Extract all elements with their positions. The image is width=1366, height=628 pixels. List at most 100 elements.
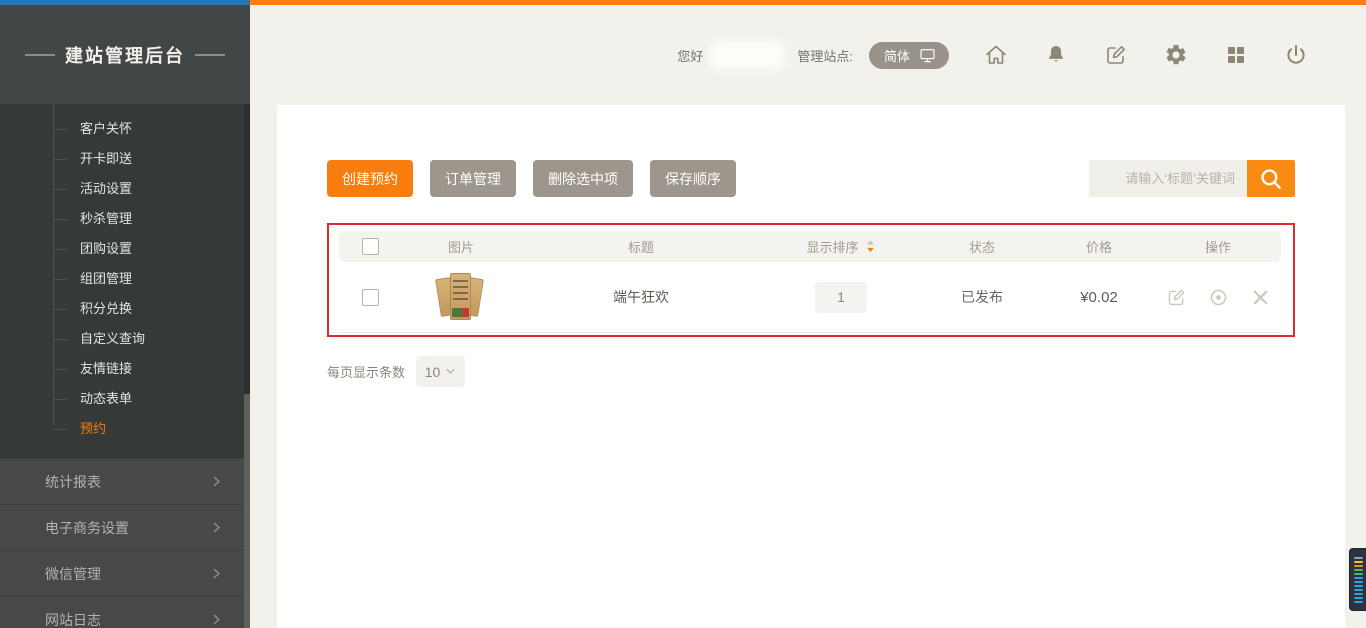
column-sort-label: 显示排序 bbox=[806, 237, 858, 256]
delete-selected-button[interactable]: 删除选中项 bbox=[533, 160, 633, 197]
chevron-down-icon bbox=[445, 366, 456, 377]
row-price: ¥0.02 bbox=[1043, 289, 1155, 306]
grid-icon bbox=[1224, 43, 1248, 67]
settings-button[interactable] bbox=[1163, 43, 1188, 68]
sidebar-item-custom-query[interactable]: 自定义查询 bbox=[0, 324, 250, 354]
table-header-row: 图片 标题 显示排序 状态 价格 操作 bbox=[339, 231, 1281, 262]
search-input[interactable] bbox=[1089, 160, 1247, 197]
site-label: 管理站点: bbox=[797, 46, 853, 65]
page-size-value: 10 bbox=[425, 364, 441, 380]
logout-button[interactable] bbox=[1283, 43, 1308, 68]
stripe bbox=[1354, 585, 1363, 587]
section-label: 网站日志 bbox=[45, 610, 101, 628]
logo-dash-left bbox=[25, 54, 55, 56]
column-sort[interactable]: 显示排序 bbox=[761, 237, 921, 256]
row-checkbox[interactable] bbox=[362, 289, 379, 306]
select-all-checkbox[interactable] bbox=[362, 238, 379, 255]
edit-row-button[interactable] bbox=[1166, 287, 1187, 308]
logo-title: 建站管理后台 bbox=[65, 42, 185, 68]
column-image: 图片 bbox=[401, 237, 521, 256]
sidebar-item-card-gift[interactable]: 开卡即送 bbox=[0, 144, 250, 174]
stripe bbox=[1354, 569, 1363, 571]
sidebar-item-flash-sale[interactable]: 秒杀管理 bbox=[0, 204, 250, 234]
edit-icon bbox=[1104, 43, 1128, 67]
language-badge[interactable]: 简体 bbox=[869, 42, 949, 69]
sidebar-sections: 统计报表 电子商务设置 微信管理 网站日志 bbox=[0, 458, 250, 628]
view-icon bbox=[1208, 287, 1229, 308]
row-actions bbox=[1155, 287, 1281, 308]
sidebar-submenu: 客户关怀 开卡即送 活动设置 秒杀管理 团购设置 组团管理 积分兑换 自定义查询… bbox=[0, 104, 250, 458]
sidebar-section-site-log[interactable]: 网站日志 bbox=[0, 596, 250, 628]
sidebar-section-statistics[interactable]: 统计报表 bbox=[0, 458, 250, 504]
content-card: 创建预约 订单管理 删除选中项 保存顺序 图片 标题 显示排序 bbox=[277, 105, 1345, 628]
topbar: 您好 管理站点: 简体 bbox=[250, 5, 1366, 105]
topbar-icons bbox=[983, 43, 1308, 68]
chevron-right-icon bbox=[209, 474, 224, 489]
monitor-icon bbox=[919, 48, 936, 63]
sort-arrows-icon bbox=[865, 239, 876, 254]
stripe bbox=[1354, 557, 1363, 559]
sidebar-item-customer-care[interactable]: 客户关怀 bbox=[0, 114, 250, 144]
page-size-label: 每页显示条数 bbox=[327, 362, 405, 381]
section-label: 统计报表 bbox=[45, 472, 101, 492]
stripe bbox=[1354, 597, 1363, 599]
close-icon bbox=[1250, 287, 1271, 308]
page-size-select[interactable]: 10 bbox=[416, 356, 465, 387]
column-actions: 操作 bbox=[1155, 237, 1281, 256]
create-reservation-button[interactable]: 创建预约 bbox=[327, 160, 413, 197]
greeting-text: 您好 bbox=[677, 46, 703, 65]
stripe bbox=[1354, 565, 1363, 567]
sidebar-item-dynamic-form[interactable]: 动态表单 bbox=[0, 384, 250, 414]
column-status: 状态 bbox=[921, 237, 1043, 256]
stripe bbox=[1354, 561, 1363, 563]
product-packet-center bbox=[450, 273, 471, 320]
sidebar-item-friend-links[interactable]: 友情链接 bbox=[0, 354, 250, 384]
delete-row-button[interactable] bbox=[1250, 287, 1271, 308]
sidebar-section-ecommerce[interactable]: 电子商务设置 bbox=[0, 504, 250, 550]
capture-tool-widget[interactable] bbox=[1349, 548, 1366, 611]
search-button[interactable] bbox=[1247, 160, 1295, 197]
sidebar-scrollbar-thumb[interactable] bbox=[244, 394, 250, 628]
save-order-button[interactable]: 保存顺序 bbox=[650, 160, 736, 197]
search-icon bbox=[1258, 166, 1284, 192]
stripe bbox=[1354, 601, 1363, 603]
sidebar-item-reservation-active[interactable]: 预约 bbox=[0, 414, 250, 444]
power-icon bbox=[1284, 43, 1308, 67]
logo: 建站管理后台 bbox=[0, 5, 250, 104]
chevron-right-icon bbox=[209, 566, 224, 581]
sidebar-item-team-management[interactable]: 组团管理 bbox=[0, 264, 250, 294]
chevron-right-icon bbox=[209, 612, 224, 627]
gear-icon bbox=[1164, 43, 1188, 67]
column-title: 标题 bbox=[521, 237, 761, 256]
pagination: 每页显示条数 10 bbox=[327, 356, 1295, 387]
order-management-button[interactable]: 订单管理 bbox=[430, 160, 516, 197]
chevron-right-icon bbox=[209, 520, 224, 535]
row-title: 端午狂欢 bbox=[521, 287, 761, 307]
sort-order-input[interactable] bbox=[815, 282, 867, 313]
search-box bbox=[1089, 160, 1295, 197]
sidebar-item-activity-settings[interactable]: 活动设置 bbox=[0, 174, 250, 204]
language-label: 简体 bbox=[884, 46, 910, 65]
sidebar-item-group-buy[interactable]: 团购设置 bbox=[0, 234, 250, 264]
logo-dash-right bbox=[195, 54, 225, 56]
notifications-button[interactable] bbox=[1043, 43, 1068, 68]
column-price: 价格 bbox=[1043, 237, 1155, 256]
sidebar-section-wechat[interactable]: 微信管理 bbox=[0, 550, 250, 596]
sidebar-scrollbar[interactable] bbox=[244, 104, 250, 628]
row-status: 已发布 bbox=[921, 287, 1043, 307]
preview-row-button[interactable] bbox=[1208, 287, 1229, 308]
product-thumbnail[interactable] bbox=[435, 270, 487, 324]
reservation-table-highlighted: 图片 标题 显示排序 状态 价格 操作 bbox=[327, 223, 1295, 337]
apps-button[interactable] bbox=[1223, 43, 1248, 68]
toolbar: 创建预约 订单管理 删除选中项 保存顺序 bbox=[327, 105, 1295, 197]
home-button[interactable] bbox=[983, 43, 1008, 68]
stripe bbox=[1354, 581, 1363, 583]
sidebar-item-points-exchange[interactable]: 积分兑换 bbox=[0, 294, 250, 324]
sidebar: 建站管理后台 客户关怀 开卡即送 活动设置 秒杀管理 团购设置 组团管理 积分兑… bbox=[0, 0, 250, 628]
section-label: 电子商务设置 bbox=[45, 518, 129, 538]
table-row: 端午狂欢 已发布 ¥0.02 bbox=[339, 262, 1281, 333]
home-icon bbox=[984, 43, 1008, 67]
edit-button[interactable] bbox=[1103, 43, 1128, 68]
edit-icon bbox=[1166, 287, 1187, 308]
stripe bbox=[1354, 589, 1363, 591]
